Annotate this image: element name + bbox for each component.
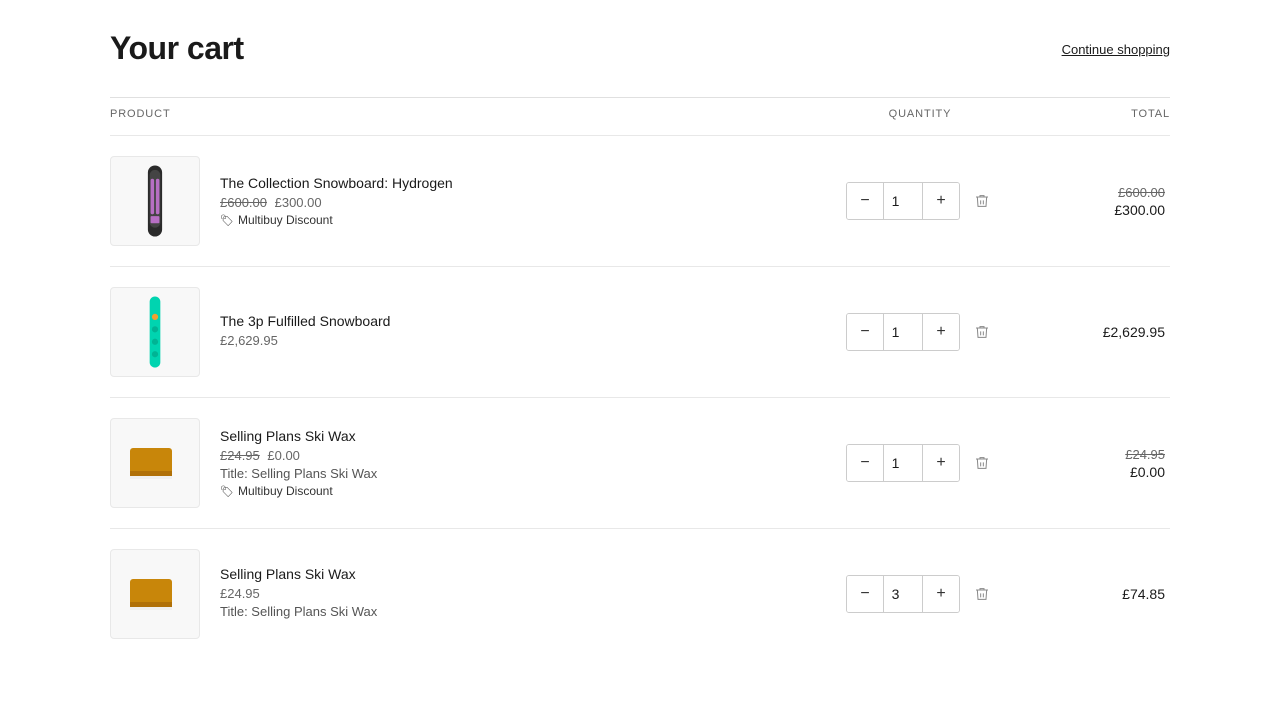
price-total-2: £0.00 (1130, 464, 1165, 480)
col-header-total: TOTAL (1020, 108, 1170, 120)
cart-item: Selling Plans Ski Wax £24.95 Title: Sell… (110, 528, 1170, 659)
price-total-0: £300.00 (1114, 202, 1165, 218)
page-title: Your cart (110, 30, 244, 67)
quantity-input-3[interactable] (883, 576, 923, 612)
page-header: Your cart Continue shopping (110, 30, 1170, 67)
price-cell-1: £2,629.95 (1020, 324, 1170, 340)
product-details-3: Selling Plans Ski Wax £24.95 Title: Sell… (220, 566, 377, 622)
product-details-2: Selling Plans Ski Wax £24.95 £0.00 Title… (220, 428, 377, 498)
cart-item: Selling Plans Ski Wax £24.95 £0.00 Title… (110, 397, 1170, 528)
quantity-control-2: − + (846, 444, 960, 482)
product-details-0: The Collection Snowboard: Hydrogen £600.… (220, 175, 453, 227)
quantity-cell-1: − + (820, 313, 1020, 351)
delete-item-2[interactable] (970, 451, 994, 475)
quantity-decrease-2[interactable]: − (847, 445, 883, 481)
product-image-3 (110, 549, 200, 639)
product-price-2: £24.95 £0.00 (220, 448, 377, 463)
quantity-input-1[interactable] (883, 314, 923, 350)
product-image-0 (110, 156, 200, 246)
product-variant-2: Title: Selling Plans Ski Wax (220, 466, 377, 481)
product-price-3: £24.95 (220, 586, 377, 601)
discount-badge-0: 🏷 Multibuy Discount (220, 213, 453, 227)
product-name-0: The Collection Snowboard: Hydrogen (220, 175, 453, 191)
quantity-control-0: − + (846, 182, 960, 220)
quantity-decrease-1[interactable]: − (847, 314, 883, 350)
quantity-cell-0: − + (820, 182, 1020, 220)
trash-icon-2 (974, 455, 990, 471)
quantity-decrease-0[interactable]: − (847, 183, 883, 219)
quantity-increase-2[interactable]: + (923, 445, 959, 481)
quantity-decrease-3[interactable]: − (847, 576, 883, 612)
delete-item-0[interactable] (970, 189, 994, 213)
col-header-product: PRODUCT (110, 108, 820, 120)
tag-icon-2: 🏷 (220, 485, 234, 498)
quantity-control-1: − + (846, 313, 960, 351)
page-container: Your cart Continue shopping PRODUCT QUAN… (90, 0, 1190, 689)
discount-label-2: Multibuy Discount (238, 484, 333, 498)
product-name-2: Selling Plans Ski Wax (220, 428, 377, 444)
price-total-1: £2,629.95 (1103, 324, 1165, 340)
price-original-2: £24.95 (220, 448, 260, 463)
price-total-original-2: £24.95 (1020, 447, 1165, 462)
product-price-0: £600.00 £300.00 (220, 195, 453, 210)
product-price-1: £2,629.95 (220, 333, 390, 348)
tag-icon-0: 🏷 (220, 214, 234, 227)
cart-item: The Collection Snowboard: Hydrogen £600.… (110, 135, 1170, 266)
price-total-3: £74.85 (1122, 586, 1165, 602)
product-info-2: Selling Plans Ski Wax £24.95 £0.00 Title… (110, 418, 820, 508)
cart-item: The 3p Fulfilled Snowboard £2,629.95 − + (110, 266, 1170, 397)
price-cell-3: £74.85 (1020, 586, 1170, 602)
product-info-3: Selling Plans Ski Wax £24.95 Title: Sell… (110, 549, 820, 639)
product-details-1: The 3p Fulfilled Snowboard £2,629.95 (220, 313, 390, 351)
cart-table-header: PRODUCT QUANTITY TOTAL (110, 97, 1170, 130)
product-image-2 (110, 418, 200, 508)
product-info-1: The 3p Fulfilled Snowboard £2,629.95 (110, 287, 820, 377)
cart-items-list: The Collection Snowboard: Hydrogen £600.… (110, 135, 1170, 659)
price-original-0: £600.00 (220, 195, 267, 210)
continue-shopping-link[interactable]: Continue shopping (1062, 42, 1170, 57)
price-total-original-0: £600.00 (1020, 185, 1165, 200)
delete-item-1[interactable] (970, 320, 994, 344)
trash-icon-1 (974, 324, 990, 340)
discount-badge-2: 🏷 Multibuy Discount (220, 484, 377, 498)
trash-icon-0 (974, 193, 990, 209)
product-variant-3: Title: Selling Plans Ski Wax (220, 604, 377, 619)
price-cell-0: £600.00 £300.00 (1020, 185, 1170, 218)
quantity-input-0[interactable] (883, 183, 923, 219)
quantity-cell-2: − + (820, 444, 1020, 482)
quantity-increase-1[interactable]: + (923, 314, 959, 350)
product-image-1 (110, 287, 200, 377)
discount-label-0: Multibuy Discount (238, 213, 333, 227)
quantity-input-2[interactable] (883, 445, 923, 481)
price-cell-2: £24.95 £0.00 (1020, 447, 1170, 480)
product-info-0: The Collection Snowboard: Hydrogen £600.… (110, 156, 820, 246)
quantity-increase-0[interactable]: + (923, 183, 959, 219)
product-name-3: Selling Plans Ski Wax (220, 566, 377, 582)
quantity-increase-3[interactable]: + (923, 576, 959, 612)
quantity-control-3: − + (846, 575, 960, 613)
product-name-1: The 3p Fulfilled Snowboard (220, 313, 390, 329)
quantity-cell-3: − + (820, 575, 1020, 613)
col-header-quantity: QUANTITY (820, 108, 1020, 120)
delete-item-3[interactable] (970, 582, 994, 606)
trash-icon-3 (974, 586, 990, 602)
